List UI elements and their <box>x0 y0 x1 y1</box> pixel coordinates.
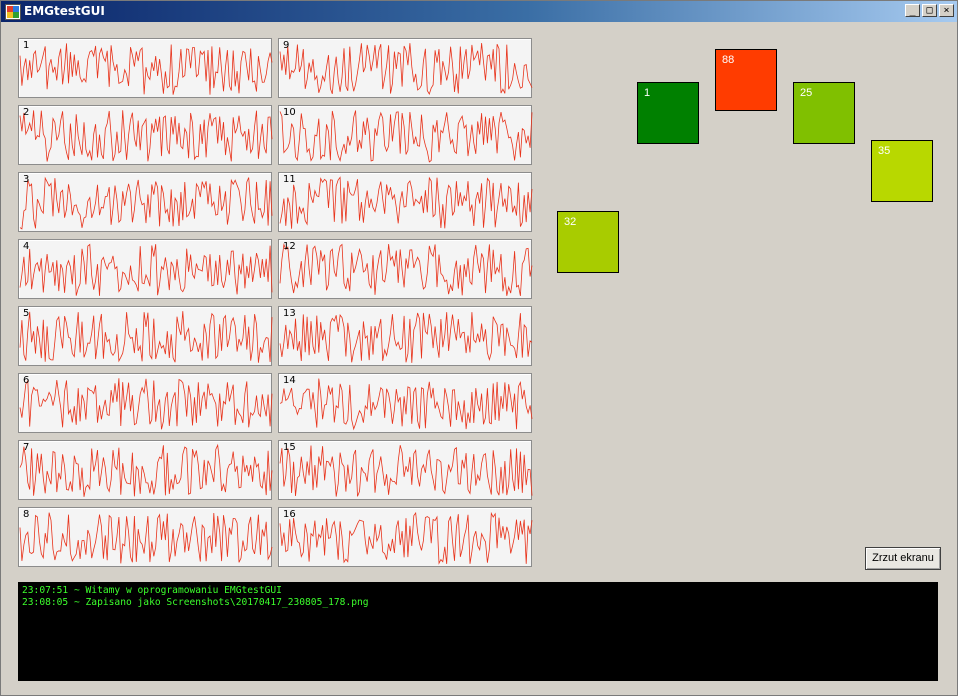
signal-trace-12 <box>279 243 533 296</box>
channel-plot-12: 12 <box>278 239 533 299</box>
channel-plot-8: 8 <box>18 507 273 567</box>
channel-label-12: 12 <box>283 241 296 252</box>
channel-label-1: 1 <box>23 40 30 51</box>
signal-trace-7 <box>19 443 273 497</box>
channel-plot-15: 15 <box>278 440 533 500</box>
channel-plot-13: 13 <box>278 306 533 366</box>
channel-plot-9: 9 <box>278 38 533 98</box>
signal-trace-8 <box>19 512 273 564</box>
tile-value: 25 <box>800 87 813 99</box>
signal-trace-4 <box>19 243 273 296</box>
channel-label-2: 2 <box>23 107 30 118</box>
channel-label-11: 11 <box>283 174 296 185</box>
channel-plot-10: 10 <box>278 105 533 165</box>
indicator-tile: 35 <box>871 140 933 202</box>
signal-trace-3 <box>19 176 273 230</box>
indicator-tile: 1 <box>637 82 699 144</box>
log-line: 23:07:51 ~ Witamy w oprogramowaniu EMGte… <box>22 585 282 596</box>
signal-trace-16 <box>279 511 533 565</box>
tile-value: 35 <box>878 145 891 157</box>
channel-plot-2: 2 <box>18 105 273 165</box>
signal-trace-1 <box>19 43 273 95</box>
channel-plot-5: 5 <box>18 306 273 366</box>
channel-label-16: 16 <box>283 509 296 520</box>
window-title: EMGtestGUI <box>24 4 105 18</box>
channel-label-8: 8 <box>23 509 30 520</box>
signal-trace-14 <box>279 378 533 431</box>
channel-label-9: 9 <box>283 40 290 51</box>
tile-value: 88 <box>722 54 735 66</box>
signal-trace-2 <box>19 110 273 162</box>
channel-plot-14: 14 <box>278 373 533 433</box>
indicator-tile: 88 <box>715 49 777 111</box>
channel-plot-7: 7 <box>18 440 273 500</box>
signal-trace-6 <box>19 378 273 430</box>
signal-trace-9 <box>279 43 533 95</box>
channel-label-10: 10 <box>283 107 296 118</box>
channel-plot-11: 11 <box>278 172 533 232</box>
channel-label-13: 13 <box>283 308 296 319</box>
channel-plot-16: 16 <box>278 507 533 567</box>
app-icon <box>5 4 21 20</box>
indicator-tile: 25 <box>793 82 855 144</box>
channel-label-14: 14 <box>283 375 296 386</box>
log-console[interactable]: 23:07:51 ~ Witamy w oprogramowaniu EMGte… <box>18 582 938 681</box>
channel-plot-4: 4 <box>18 239 273 299</box>
channel-plot-1: 1 <box>18 38 273 98</box>
channel-plot-6: 6 <box>18 373 273 433</box>
channel-plot-3: 3 <box>18 172 273 232</box>
channel-label-6: 6 <box>23 375 30 386</box>
signal-trace-13 <box>279 312 533 363</box>
minimize-button[interactable]: _ <box>905 4 920 17</box>
channel-label-4: 4 <box>23 241 30 252</box>
channel-label-7: 7 <box>23 442 30 453</box>
indicator-tile: 32 <box>557 211 619 273</box>
tile-value: 32 <box>564 216 577 228</box>
channel-label-15: 15 <box>283 442 296 453</box>
maximize-button[interactable]: □ <box>922 4 937 17</box>
log-line: 23:08:05 ~ Zapisano jako Screenshots\201… <box>22 597 369 608</box>
main-window: EMGtestGUI _ □ × 1 2 3 4 5 6 7 8 9 10 11… <box>0 0 958 696</box>
signal-trace-5 <box>19 311 273 363</box>
tile-value: 1 <box>644 87 651 99</box>
screenshot-button[interactable]: Zrzut ekranu <box>865 547 941 570</box>
signal-trace-10 <box>279 110 533 163</box>
title-bar[interactable]: EMGtestGUI _ □ × <box>1 1 957 22</box>
channel-label-5: 5 <box>23 308 30 319</box>
close-button[interactable]: × <box>939 4 954 17</box>
signal-trace-11 <box>279 176 533 229</box>
channel-label-3: 3 <box>23 174 30 185</box>
signal-trace-15 <box>279 445 533 497</box>
